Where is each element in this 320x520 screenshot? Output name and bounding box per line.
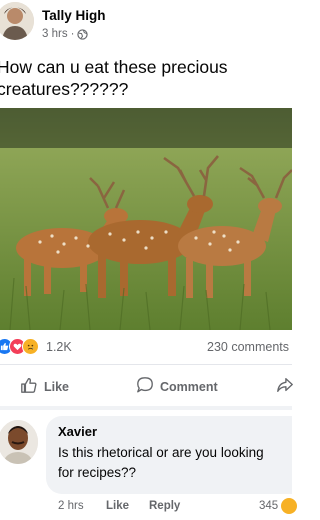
post-caption: How can u eat these precious creatures??… xyxy=(0,56,293,100)
post-meta: 3 hrs · xyxy=(42,28,89,40)
reaction-icons xyxy=(0,338,39,355)
thumbs-up-icon xyxy=(20,376,38,397)
divider xyxy=(0,364,292,365)
like-button[interactable]: Like xyxy=(20,376,69,397)
post-header: Tally High 3 hrs · xyxy=(0,0,292,50)
post-author-name[interactable]: Tally High xyxy=(42,8,106,23)
meta-separator: · xyxy=(70,28,75,40)
reaction-count: 1.2K xyxy=(46,340,72,354)
comment-like-button[interactable]: Like xyxy=(106,500,129,512)
author-avatar[interactable] xyxy=(0,2,34,40)
sad-icon xyxy=(22,338,39,355)
reactions-summary[interactable]: 1.2K 230 comments xyxy=(0,338,292,356)
comment-label: Comment xyxy=(160,379,218,394)
commenter-name[interactable]: Xavier xyxy=(58,424,280,439)
post-actions: Like Comment xyxy=(0,372,294,400)
comment-bubble: Xavier Is this rhetorical or are you loo… xyxy=(46,416,292,494)
share-icon xyxy=(276,376,294,397)
comment-text: Is this rhetorical or are you looking fo… xyxy=(58,445,264,480)
globe-icon xyxy=(77,28,89,40)
comment-time: 2 hrs xyxy=(58,500,84,512)
caption-line-2: creatures?????? xyxy=(0,79,129,99)
comment-bubble-icon xyxy=(136,376,154,397)
commenter-avatar[interactable] xyxy=(0,420,38,464)
post-time[interactable]: 3 hrs xyxy=(42,28,68,40)
comment-button[interactable]: Comment xyxy=(136,376,218,397)
laugh-reaction-icon xyxy=(281,498,297,514)
share-button[interactable] xyxy=(276,376,294,397)
section-separator xyxy=(0,406,292,410)
like-label: Like xyxy=(44,379,70,394)
caption-line-1: How can u eat these precious xyxy=(0,57,228,77)
comment-actions: 2 hrs Like Reply 345 xyxy=(58,498,297,516)
comment-count[interactable]: 230 comments xyxy=(207,340,289,354)
comment-reply-button[interactable]: Reply xyxy=(149,500,180,512)
post-photo[interactable] xyxy=(0,108,292,330)
comment-reaction-count[interactable]: 345 xyxy=(259,500,278,512)
